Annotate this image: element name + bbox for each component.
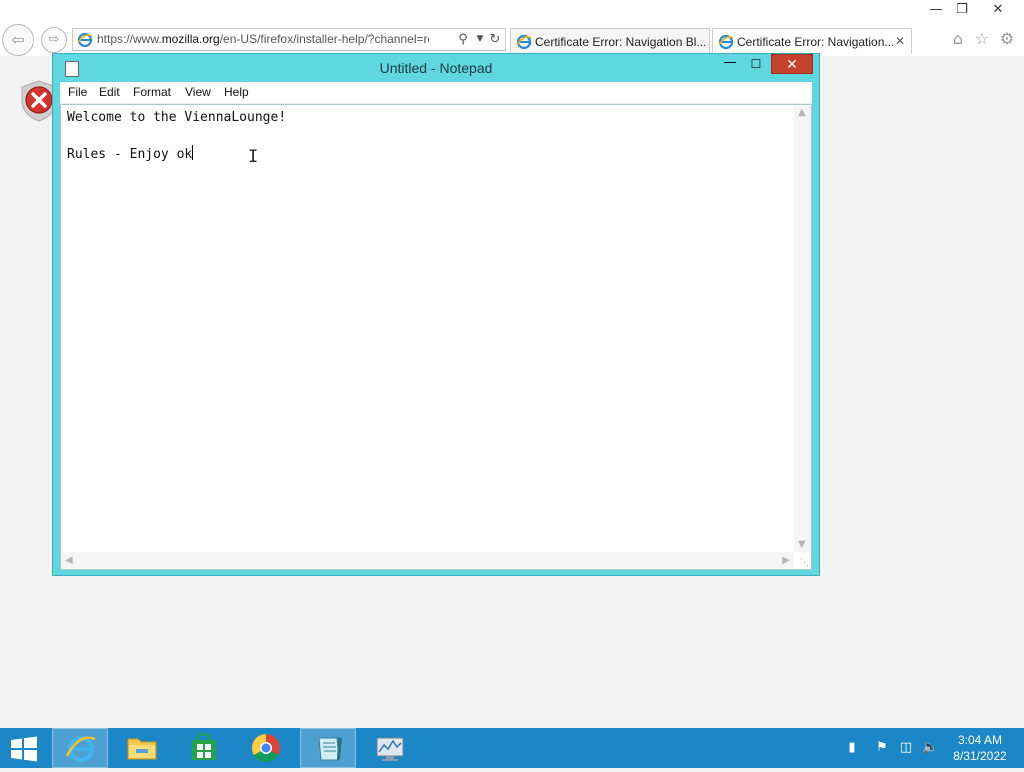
- windows-start-icon[interactable]: [8, 735, 40, 763]
- system-clock[interactable]: 3:04 AM 8/31/2022: [950, 732, 1010, 764]
- text-area[interactable]: Welcome to the ViennaLounge! Rules - Enj…: [60, 104, 812, 570]
- store-icon: [192, 732, 216, 760]
- tab-certificate-error-1[interactable]: Certificate Error: Navigation Bl...: [510, 28, 710, 54]
- volume-icon[interactable]: 🔈: [922, 740, 938, 756]
- back-button[interactable]: ⇦: [2, 24, 34, 56]
- tray-battery-icon[interactable]: ▮: [844, 740, 860, 756]
- search-icon[interactable]: ⚲: [455, 31, 471, 48]
- network-icon[interactable]: ◫: [898, 740, 914, 756]
- notepad-minimize-button[interactable]: —: [717, 54, 743, 74]
- text-line-content: Rules - Enjoy ok: [67, 147, 193, 162]
- menu-edit[interactable]: Edit: [99, 85, 120, 99]
- taskbar-chrome[interactable]: [238, 728, 294, 768]
- address-bar[interactable]: https://www.mozilla.org/en-US/firefox/in…: [72, 28, 506, 51]
- back-arrow-icon: ⇦: [11, 30, 25, 49]
- url-host: mozilla.org: [161, 32, 220, 46]
- tab-title: Certificate Error: Navigation...: [737, 35, 895, 49]
- chrome-icon: [252, 734, 280, 762]
- url-text[interactable]: https://www.mozilla.org/en-US/firefox/in…: [97, 32, 429, 48]
- taskbar-performance-monitor[interactable]: [362, 728, 418, 768]
- refresh-icon[interactable]: ↻: [487, 31, 503, 48]
- text-caret: [192, 145, 194, 160]
- scroll-up-icon[interactable]: ▲: [798, 107, 806, 118]
- forward-arrow-icon: ⇨: [48, 32, 60, 47]
- menu-format[interactable]: Format: [133, 85, 171, 99]
- taskbar-notepad[interactable]: [300, 728, 356, 768]
- scroll-right-icon[interactable]: ▶: [782, 555, 790, 566]
- tab-close-icon[interactable]: ✕: [895, 34, 905, 48]
- internet-explorer-icon: [65, 736, 96, 762]
- horizontal-scrollbar[interactable]: ◀ ▶: [61, 552, 794, 569]
- folder-icon: [127, 738, 157, 760]
- restore-button[interactable]: ❐: [946, 0, 978, 20]
- taskbar-store[interactable]: [176, 728, 232, 768]
- clock-time: 3:04 AM: [957, 733, 1003, 747]
- menu-file[interactable]: File: [68, 85, 87, 99]
- menu-view[interactable]: View: [185, 85, 211, 99]
- clock-date: 8/31/2022: [953, 749, 1007, 763]
- notepad-maximize-button[interactable]: ☐: [743, 54, 769, 74]
- close-button[interactable]: ✕: [982, 0, 1014, 20]
- taskbar: ▮ ⚑ ◫ 🔈 3:04 AM 8/31/2022: [0, 728, 1024, 768]
- taskbar-internet-explorer[interactable]: [52, 728, 108, 768]
- text-line: Welcome to the ViennaLounge!: [67, 110, 287, 125]
- tab-certificate-error-2[interactable]: Certificate Error: Navigation... ✕: [712, 28, 912, 54]
- size-grip-icon[interactable]: ⋱: [800, 558, 809, 568]
- chevron-down-icon[interactable]: ▼: [472, 31, 488, 48]
- gear-icon[interactable]: ⚙: [997, 29, 1017, 49]
- scroll-left-icon[interactable]: ◀: [65, 555, 73, 566]
- ie-page-icon: [77, 32, 93, 48]
- editor-content[interactable]: Welcome to the ViennaLounge! Rules - Enj…: [67, 109, 787, 549]
- browser-chrome: — ❐ ✕ ⇦ ⇨ https://www.mozilla.org/en-US/…: [0, 0, 1024, 56]
- url-path: /en-US/firefox/installer-help/?channel=r…: [219, 32, 429, 46]
- vertical-scrollbar[interactable]: ▲ ▼: [794, 105, 811, 552]
- action-center-flag-icon[interactable]: ⚑: [874, 740, 890, 756]
- ie-tab-icon: [718, 34, 734, 50]
- url-prefix: https://www.: [97, 32, 162, 46]
- text-line: Rules - Enjoy ok: [67, 145, 787, 164]
- forward-button[interactable]: ⇨: [41, 27, 67, 53]
- ie-tab-icon: [516, 34, 532, 50]
- star-icon[interactable]: ☆: [972, 29, 992, 49]
- notepad-icon: [318, 737, 342, 761]
- tab-title: Certificate Error: Navigation Bl...: [535, 35, 705, 49]
- scroll-down-icon[interactable]: ▼: [798, 539, 806, 550]
- notepad-window: Untitled - Notepad — ☐ ✕ File Edit Forma…: [52, 53, 820, 576]
- menu-help[interactable]: Help: [224, 85, 249, 99]
- text-line: [67, 127, 787, 145]
- notepad-close-button[interactable]: ✕: [771, 54, 813, 74]
- menu-bar: File Edit Format View Help: [60, 82, 812, 104]
- home-icon[interactable]: ⌂: [948, 29, 968, 49]
- taskbar-file-explorer[interactable]: [114, 728, 170, 768]
- performance-monitor-icon: [376, 737, 404, 761]
- text-cursor-icon: I: [248, 147, 259, 167]
- window-title: Untitled - Notepad: [379, 60, 493, 76]
